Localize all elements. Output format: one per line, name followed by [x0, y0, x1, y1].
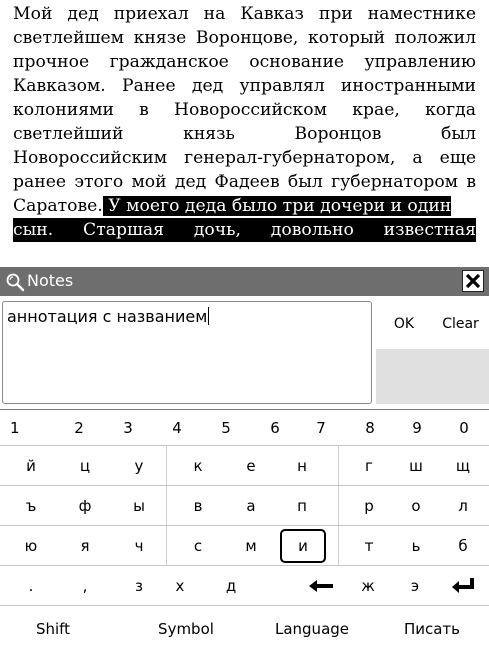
key[interactable]: . [10, 566, 52, 606]
text-line: светлейший князь Воронцов был [13, 124, 476, 144]
key-digit[interactable]: 5 [206, 410, 246, 446]
key-digit[interactable]: 7 [301, 410, 341, 446]
key[interactable]: л [442, 486, 484, 526]
key[interactable]: т [348, 526, 390, 566]
write-key[interactable]: Писать [392, 606, 472, 651]
key[interactable]: о [395, 486, 437, 526]
close-icon [465, 273, 481, 289]
key[interactable]: ц [64, 446, 106, 486]
key[interactable]: а [230, 486, 272, 526]
language-key[interactable]: Language [262, 606, 362, 651]
notes-title-bar: Notes [0, 267, 489, 296]
key[interactable]: е [230, 446, 272, 486]
key[interactable]: ж [347, 566, 389, 606]
note-text-wrapper: аннотация с названием [7, 307, 210, 327]
text-line: колониями в Новороссийском крае, когда [13, 100, 476, 120]
text-line: ранее этого мой дед Фадеев был губернато… [13, 172, 476, 192]
magnifier-icon [6, 273, 25, 292]
key-digit[interactable]: 0 [444, 410, 484, 446]
key[interactable]: у [118, 446, 160, 486]
key[interactable]: з [118, 566, 160, 606]
keyboard-row: ъ ф ы в а п р о л [0, 485, 489, 526]
text-selection[interactable]: У моего деда было три дочери и один [102, 196, 452, 216]
key-digit[interactable]: 6 [255, 410, 295, 446]
key[interactable]: ф [64, 486, 106, 526]
key[interactable]: н [281, 446, 323, 486]
key[interactable]: х [159, 566, 201, 606]
note-input-area: аннотация с названием OK Clear [0, 296, 489, 409]
key[interactable]: ъ [10, 486, 52, 526]
shift-key[interactable]: Shift [18, 606, 88, 651]
note-input-field[interactable]: аннотация с названием [2, 301, 372, 404]
text-line: прочное гражданское основание управлению [13, 52, 476, 72]
text-line: Новороссийским генерал-губернатором, а е… [13, 148, 476, 168]
key-digit[interactable]: 4 [157, 410, 197, 446]
symbol-key[interactable]: Symbol [146, 606, 226, 651]
key-digit[interactable]: 2 [59, 410, 99, 446]
key[interactable]: ю [10, 526, 52, 566]
key[interactable]: р [348, 486, 390, 526]
text-line-with-selection: Саратове. У моего деда было три дочери и… [13, 194, 476, 218]
key[interactable]: к [177, 446, 219, 486]
key[interactable]: ч [118, 526, 160, 566]
ok-button[interactable]: OK [376, 301, 432, 347]
button-area-background [376, 349, 489, 404]
key[interactable]: ь [395, 526, 437, 566]
text-caret [208, 307, 210, 325]
key[interactable]: м [230, 526, 272, 566]
text-selection[interactable]: сын. Старшая дочь, довольно известная [13, 218, 476, 242]
text-line: Кавказом. Ранее дед управлял иностранным… [13, 76, 476, 96]
clear-button[interactable]: Clear [432, 301, 489, 347]
note-input-value: аннотация с названием [7, 307, 208, 326]
close-button[interactable] [462, 270, 484, 292]
key[interactable]: ы [118, 486, 160, 526]
key[interactable]: б [442, 526, 484, 566]
key[interactable]: п [281, 486, 323, 526]
key-digit[interactable]: 3 [108, 410, 148, 446]
on-screen-keyboard: 1 2 3 4 5 6 7 8 9 0 й ц у к е н г ш щ ъ … [0, 409, 489, 650]
enter-key[interactable] [442, 566, 484, 606]
keyboard-bottom-row: Shift Symbol Language Писать [0, 605, 489, 651]
key[interactable]: д [210, 566, 252, 606]
key[interactable]: , [64, 566, 106, 606]
enter-icon [452, 578, 474, 593]
backspace-key[interactable] [300, 566, 342, 606]
keyboard-row: й ц у к е н г ш щ [0, 445, 489, 486]
key[interactable]: й [10, 446, 52, 486]
key[interactable]: в [177, 486, 219, 526]
key-digit[interactable]: 1 [10, 410, 20, 446]
notes-title: Notes [27, 271, 74, 290]
key[interactable]: г [348, 446, 390, 486]
keyboard-row: ю я ч с м и т ь б [0, 525, 489, 566]
key[interactable]: ш [395, 446, 437, 486]
text-line: Мой дед приехал на Кавказ при наместнике [13, 4, 476, 24]
key[interactable]: я [64, 526, 106, 566]
text-plain: Саратове. [13, 196, 103, 216]
keyboard-row: . , з х д ж э [0, 565, 489, 606]
text-line: светлейшем князе Воронцове, который поло… [13, 28, 476, 48]
backspace-icon [309, 580, 333, 592]
book-text: Мой дед приехал на Кавказ при наместнике… [0, 0, 489, 264]
key-digit[interactable]: 9 [397, 410, 437, 446]
keyboard-row-digits: 1 2 3 4 5 6 7 8 9 0 [0, 409, 489, 446]
key[interactable]: щ [442, 446, 484, 486]
key-focus-highlight [280, 529, 326, 563]
key[interactable]: э [394, 566, 436, 606]
key[interactable]: с [177, 526, 219, 566]
key-digit[interactable]: 8 [350, 410, 390, 446]
